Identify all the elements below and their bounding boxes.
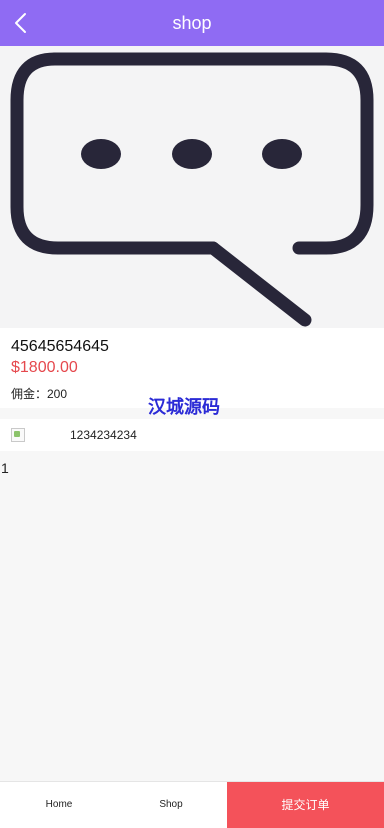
watermark-text: 汉城源码 [148, 397, 220, 417]
product-id: 45645654645 [11, 338, 109, 355]
shop-button[interactable]: Shop [116, 782, 226, 828]
broken-image-icon [11, 428, 25, 442]
commission: 佣金：200 [11, 387, 68, 401]
bottom-bar: Home Shop 提交订单 [0, 781, 384, 828]
home-button[interactable]: Home [0, 782, 118, 828]
product-price: $1800.00 [11, 359, 78, 376]
product-image [0, 46, 384, 328]
product-detail: 1 [0, 456, 384, 780]
shop-name: 1234234234 [70, 428, 137, 442]
detail-text: 1 [1, 460, 9, 476]
submit-order-button[interactable]: 提交订单 [227, 782, 384, 828]
shop-row[interactable]: 1234234234 [0, 419, 384, 451]
top-bar: shop [0, 0, 384, 46]
page-title: shop [172, 13, 212, 33]
chat-bubble-ellipsis-icon [10, 52, 374, 327]
